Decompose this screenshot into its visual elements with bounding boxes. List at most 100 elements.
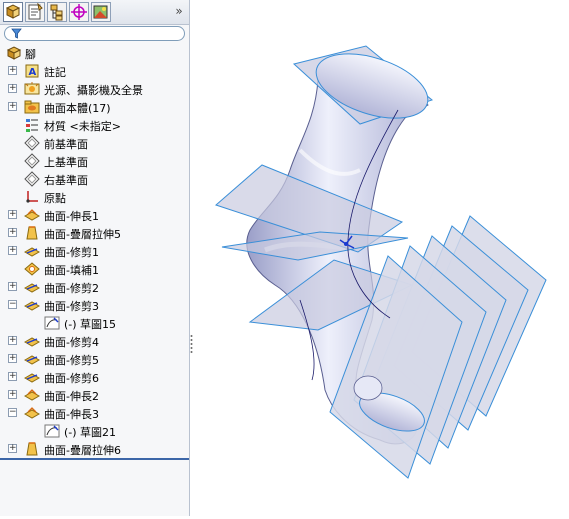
tree-item[interactable]: + 曲面-疊層拉伸6 — [0, 440, 189, 458]
tree-item[interactable]: + 曲面-修剪2 — [0, 278, 189, 296]
configuration-manager-icon — [50, 4, 63, 21]
surface-trim-icon — [23, 243, 41, 259]
expand-toggle-icon[interactable]: + — [8, 372, 17, 381]
expand-toggle-icon[interactable]: + — [8, 228, 17, 237]
tree-item-label: 光源、攝影機及全景 — [44, 84, 143, 97]
graphics-viewport[interactable] — [194, 0, 569, 516]
collapse-toggle-icon[interactable]: − — [8, 408, 17, 417]
tree-item[interactable]: + 曲面-伸長2 — [0, 386, 189, 404]
tree-item-label: 曲面-修剪2 — [44, 282, 99, 295]
tree-item-label: 曲面-修剪4 — [44, 336, 99, 349]
tree-item-label: 曲面-伸長1 — [44, 210, 99, 223]
tree-item-label: 曲面本體(17) — [44, 102, 111, 115]
plane-icon — [24, 153, 40, 169]
tree-item[interactable]: − 曲面-修剪3 — [0, 296, 189, 314]
tree-item[interactable]: 右基準面 — [0, 170, 189, 188]
expand-toggle-icon[interactable]: + — [8, 102, 17, 111]
dimxpert-crosshair-icon — [71, 4, 87, 20]
surface-extrude-icon — [23, 405, 41, 421]
surface-trim-icon — [23, 351, 41, 367]
sketch-icon — [44, 315, 60, 331]
more-tabs-chevron[interactable]: » — [172, 3, 186, 19]
propertymanager-tab[interactable] — [25, 2, 45, 22]
surface-loft-icon — [24, 441, 40, 457]
svg-text:A: A — [29, 67, 37, 78]
featuremanager-tree-icon — [5, 4, 21, 19]
surface-extrude-icon — [23, 207, 41, 223]
tree-item[interactable]: + 曲面-修剪4 — [0, 332, 189, 350]
expand-toggle-icon[interactable]: + — [8, 390, 17, 399]
tree-item[interactable]: + 曲面-修剪5 — [0, 350, 189, 368]
surface-extrude-icon — [23, 387, 41, 403]
tree-item-label: 曲面-填補1 — [44, 264, 99, 277]
tree-item-label: 曲面-疊層拉伸6 — [44, 444, 121, 457]
plane-icon — [24, 171, 40, 187]
display-manager-tab[interactable] — [91, 2, 111, 22]
featuremanager-tab[interactable] — [3, 2, 23, 22]
tree-item-label: (-) 草圖15 — [64, 318, 117, 331]
surface-model-view — [215, 45, 547, 479]
tree-item[interactable]: 材質 <未指定> — [0, 116, 189, 134]
tree-item-label: 材質 <未指定> — [44, 120, 121, 133]
collapse-toggle-icon[interactable]: − — [8, 300, 17, 309]
tree-child-item[interactable]: (-) 草圖21 — [0, 422, 189, 440]
tree-item[interactable]: + 曲面本體(17) — [0, 98, 189, 116]
tree-item[interactable]: + 光源、攝影機及全景 — [0, 80, 189, 98]
tree-item-label: 註記 — [44, 66, 66, 79]
tree-item[interactable]: + 曲面-疊層拉伸5 — [0, 224, 189, 242]
surface-fill-icon — [24, 261, 40, 277]
expand-toggle-icon[interactable]: + — [8, 210, 17, 219]
plane-icon — [24, 135, 40, 151]
lights-cameras-icon — [24, 81, 40, 97]
expand-toggle-icon[interactable]: + — [8, 336, 17, 345]
configurationmanager-tab[interactable] — [47, 2, 67, 22]
panel-tab-strip: » — [0, 0, 189, 25]
surface-loft-icon — [24, 225, 40, 241]
tree-item-label: 原點 — [44, 192, 66, 205]
tree-item[interactable]: + 曲面-修剪6 — [0, 368, 189, 386]
expand-toggle-icon[interactable]: + — [8, 246, 17, 255]
tree-item[interactable]: + 曲面-修剪1 — [0, 242, 189, 260]
tree-item[interactable]: + A 註記 — [0, 62, 189, 80]
tree-item-label: 曲面-修剪3 — [44, 300, 99, 313]
tree-item-label: (-) 草圖21 — [64, 426, 117, 439]
surface-bodies-folder-icon — [24, 99, 40, 115]
tree-item[interactable]: 原點 — [0, 188, 189, 206]
material-icon — [24, 117, 40, 133]
tree-item-label: 曲面-修剪5 — [44, 354, 99, 367]
origin-icon — [24, 189, 40, 205]
feature-manager-panel: » 腳 + A 註記 + 光源、攝影機及全景 + 曲面本體(17) 材質 <未指定> 前基準面上基… — [0, 0, 190, 516]
filter-funnel-icon — [11, 28, 22, 39]
surface-trim-icon — [23, 333, 41, 349]
tree-item-label: 曲面-修剪6 — [44, 372, 99, 385]
surface-trim-icon — [23, 297, 41, 313]
tree-item[interactable]: + 曲面-伸長1 — [0, 206, 189, 224]
surface-trim-icon — [23, 279, 41, 295]
tree-root-part[interactable]: 腳 — [0, 44, 189, 62]
tree-item[interactable]: 前基準面 — [0, 134, 189, 152]
display-manager-icon — [93, 5, 108, 19]
tree-item[interactable]: 上基準面 — [0, 152, 189, 170]
tree-item-label: 右基準面 — [44, 174, 88, 187]
expand-toggle-icon[interactable]: + — [8, 354, 17, 363]
tree-item-label: 曲面-疊層拉伸5 — [44, 228, 121, 241]
property-manager-icon — [28, 3, 43, 20]
tree-root-label: 腳 — [25, 48, 36, 61]
surface-trim-icon — [23, 369, 41, 385]
sketch-icon — [44, 423, 60, 439]
tree-item[interactable]: − 曲面-伸長3 — [0, 404, 189, 422]
tree-item[interactable]: 曲面-填補1 — [0, 260, 189, 278]
tree-child-item[interactable]: (-) 草圖15 — [0, 314, 189, 332]
tree-item-label: 前基準面 — [44, 138, 88, 151]
dimxpert-tab[interactable] — [69, 2, 89, 22]
expand-toggle-icon[interactable]: + — [8, 84, 17, 93]
expand-toggle-icon[interactable]: + — [8, 66, 17, 75]
tree-item-label: 曲面-伸長2 — [44, 390, 99, 403]
tree-item-label: 曲面-修剪1 — [44, 246, 99, 259]
expand-toggle-icon[interactable]: + — [8, 444, 17, 453]
tree-item-label: 上基準面 — [44, 156, 88, 169]
tree-filter-input[interactable] — [4, 26, 185, 41]
annotations-icon: A — [24, 63, 40, 79]
tree-bottom-divider — [0, 458, 189, 460]
expand-toggle-icon[interactable]: + — [8, 282, 17, 291]
